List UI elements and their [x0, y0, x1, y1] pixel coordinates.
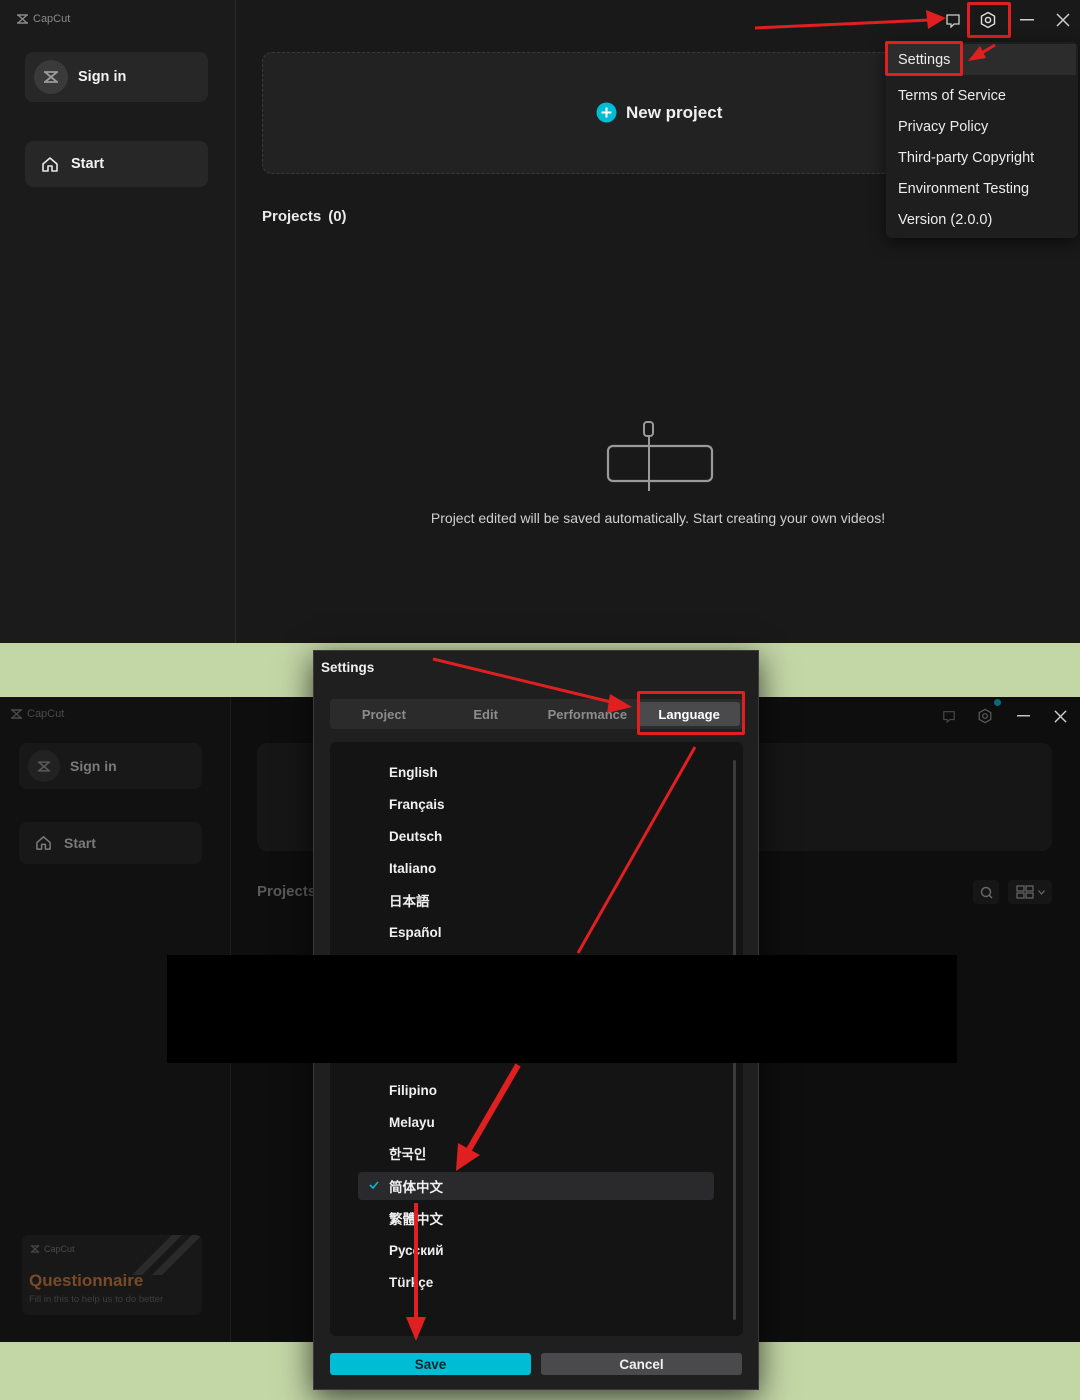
annotation-arrows-top — [754, 10, 996, 61]
annotation-arrows-bottom — [406, 657, 697, 1341]
capcut-home-window: CapCut Sign in Start New project Project… — [0, 0, 1080, 643]
